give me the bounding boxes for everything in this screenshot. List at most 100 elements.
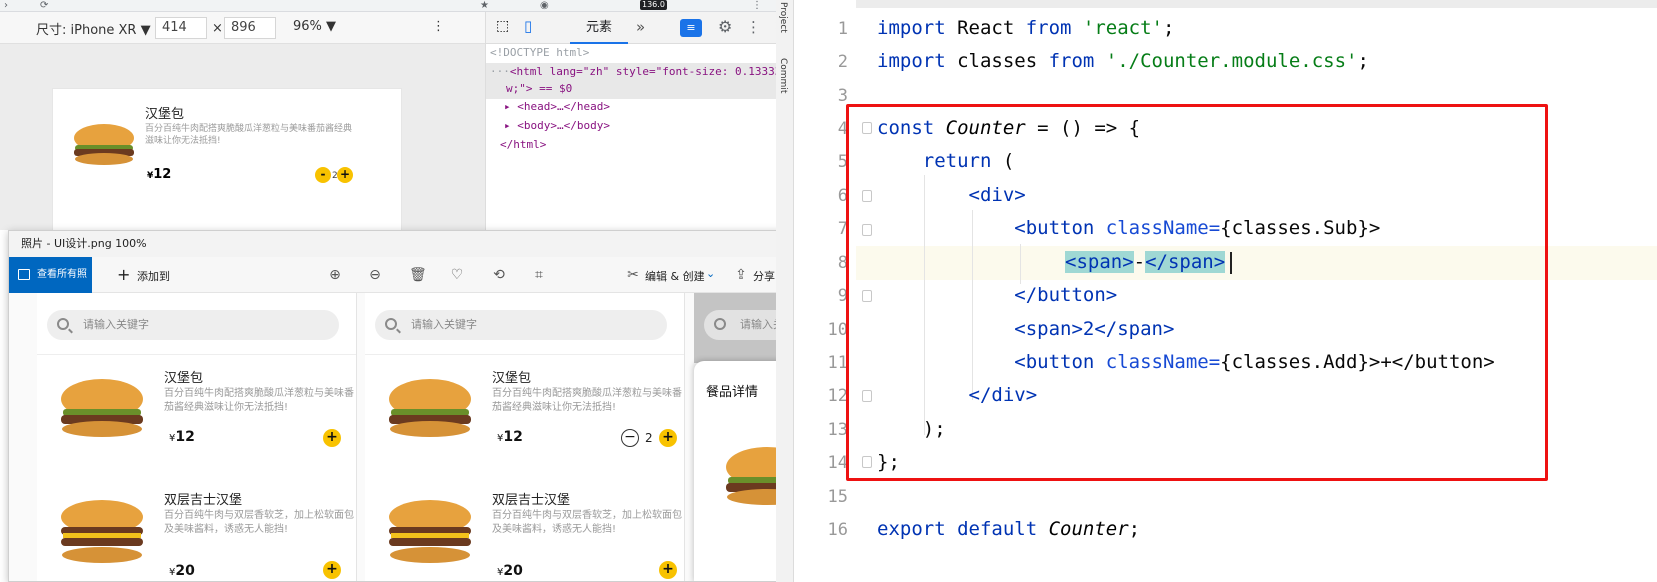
crop-icon[interactable]: ⌗ <box>531 267 547 283</box>
tab-elements[interactable]: 元素 <box>570 12 628 44</box>
device-width-input[interactable]: 414 <box>155 17 207 39</box>
share-button[interactable]: 分享 <box>753 268 775 284</box>
add-button[interactable]: + <box>323 561 341 579</box>
quantity: 2 <box>645 431 653 445</box>
devtools-menu-icon[interactable]: ⋮ <box>746 18 761 36</box>
search-input[interactable]: 请输入关键字 <box>47 310 339 340</box>
back-icon[interactable]: › <box>4 0 8 11</box>
zoom-out-icon[interactable]: ⊖ <box>367 267 383 283</box>
reload-icon[interactable]: ⟳ <box>40 0 48 11</box>
photos-toolbar: 查看所有照片 + 添加到 ⊕ ⊖ 🗑 ♡ ⟲ ⌗ ✂ 编辑 & 创建 ⌄ ⇪ 分… <box>9 257 817 316</box>
code-line-1[interactable]: import React from 'react'; <box>877 17 1174 39</box>
app-column-1: 请输入关键字 汉堡包 百分百纯牛肉配搭爽脆酸瓜洋葱粒与美味番茄酱经典滋味让你无法… <box>37 293 357 581</box>
add-icon[interactable]: + <box>117 265 130 284</box>
app-column-2: 请输入关键字 汉堡包 百分百纯牛肉配搭爽脆酸瓜洋葱粒与美味番茄酱经典滋味让你无法… <box>365 293 685 581</box>
device-preview: 汉堡包 百分百纯牛肉配搭爽脆酸瓜洋葱粒与美味番茄酱经典滋味让你无法抵挡! ¥12… <box>0 44 485 248</box>
bookmark-icon[interactable]: ★ <box>480 0 489 11</box>
device-select[interactable]: 尺寸: iPhone XR ▼ <box>36 19 151 38</box>
list-item: 汉堡包 百分百纯牛肉配搭爽脆酸瓜洋葱粒与美味番茄酱经典滋味让你无法抵挡! ¥12… <box>37 357 356 479</box>
price-value: 20 <box>503 563 523 579</box>
device-more-icon[interactable]: ⋮ <box>432 19 445 34</box>
commit-tool-tab[interactable]: Commit <box>778 58 788 93</box>
delete-icon[interactable]: 🗑 <box>409 267 427 283</box>
meal-title: 汉堡包 <box>492 371 532 386</box>
extension-icon[interactable]: ◉ <box>540 0 549 11</box>
price-value: 20 <box>175 563 195 579</box>
line-number: 13 <box>827 420 848 440</box>
tool-window-strip: Project Commit <box>776 0 794 582</box>
devtools-toolbar: ⬚ ▯ 元素 » ≡ ⚙ ⋮ ✕ <box>485 12 818 44</box>
line-number: 12 <box>827 386 848 406</box>
dom-tree: <!DOCTYPE html> ···<html lang="zh" style… <box>485 44 818 230</box>
preview-minus-button[interactable]: - <box>315 167 331 183</box>
price-value: 12 <box>503 429 523 445</box>
preview-meal-price: ¥12 <box>147 167 171 182</box>
dom-line-body[interactable]: ▸ <body>…</body> <box>504 119 610 132</box>
burger-image <box>74 124 134 165</box>
more-tabs[interactable]: » <box>636 18 645 36</box>
inspect-icon[interactable]: ⬚ <box>496 18 509 34</box>
dom-head-text: <head>…</head> <box>517 100 610 113</box>
add-button[interactable]: + <box>659 429 677 447</box>
search-placeholder: 请输入关键字 <box>411 318 477 331</box>
code-line-2[interactable]: import classes from './Counter.module.cs… <box>877 50 1369 72</box>
burger-image <box>61 379 143 437</box>
preview-meal-card: 汉堡包 百分百纯牛肉配搭爽脆酸瓜洋葱粒与美味番茄酱经典滋味让你无法抵挡! ¥12… <box>52 88 402 248</box>
line-number: 9 <box>837 286 848 306</box>
dom-line-head[interactable]: ▸ <head>…</head> <box>504 100 610 113</box>
chevron-down-icon[interactable]: ⌄ <box>706 267 715 280</box>
code-line-16[interactable]: export default Counter; <box>877 518 1140 540</box>
code-editor-window: Project Commit 1 2 3 4 5 6 7 8 9 10 11 1… <box>776 0 1657 582</box>
dom-line-html[interactable]: ···<html lang="zh" style="font-size: 0.1… <box>490 65 795 78</box>
line-number: 2 <box>837 52 848 72</box>
line-number: 11 <box>827 353 848 373</box>
favorite-icon[interactable]: ♡ <box>449 267 465 283</box>
more-icon[interactable]: ⋮ <box>752 0 762 11</box>
meal-price: ¥12 <box>169 429 195 445</box>
search-input[interactable]: 请输入关键字 <box>375 310 667 340</box>
search-icon <box>57 318 69 330</box>
device-height-input[interactable]: 896 <box>224 17 276 39</box>
meal-desc: 百分百纯牛肉与双层香软芝，加上松软面包及美味酱料，诱惑无人能挡! <box>492 510 682 535</box>
edit-create-button[interactable]: 编辑 & 创建 <box>645 268 705 284</box>
zoom-in-icon[interactable]: ⊕ <box>327 267 343 283</box>
search-placeholder: 请输入关键字 <box>83 318 149 331</box>
zoom-select[interactable]: 96% ▼ <box>293 19 336 34</box>
add-button[interactable]: + <box>659 561 677 579</box>
line-number: 1 <box>837 19 848 39</box>
add-button[interactable]: + <box>323 429 341 447</box>
line-number: 7 <box>837 219 848 239</box>
list-item: 汉堡包 百分百纯牛肉配搭爽脆酸瓜洋葱粒与美味番茄酱经典滋味让你无法抵挡! ¥12… <box>365 357 684 479</box>
dom-line-html-cont: w;"> == $0 <box>506 82 573 95</box>
device-toggle-icon[interactable]: ▯ <box>524 17 532 35</box>
line-number: 6 <box>837 186 848 206</box>
preview-plus-button[interactable]: + <box>337 167 353 183</box>
settings-gear-icon[interactable]: ⚙ <box>718 17 732 36</box>
meal-desc: 百分百纯牛肉与双层香软芝，加上松软面包及美味酱料，诱惑无人能挡! <box>164 510 354 535</box>
line-number: 4 <box>837 119 848 139</box>
rotate-icon[interactable]: ⟲ <box>491 267 507 283</box>
burger-image <box>389 379 471 437</box>
double-burger-image <box>61 500 143 563</box>
double-burger-image <box>389 500 471 563</box>
project-tool-tab[interactable]: Project <box>778 2 788 33</box>
add-to-button[interactable]: 添加到 <box>137 268 170 284</box>
view-all-photos-button[interactable]: 查看所有照片 <box>9 257 92 316</box>
meal-desc: 百分百纯牛肉配搭爽脆酸瓜洋葱粒与美味番茄酱经典滋味让你无法抵挡! <box>492 388 682 413</box>
minus-button[interactable]: − <box>621 429 639 447</box>
device-toolbar: 尺寸: iPhone XR ▼ 414 × 896 96% ▼ ⋮ <box>0 12 485 44</box>
editor-tabs[interactable] <box>794 0 1657 8</box>
detail-title: 餐品详情 <box>706 385 759 400</box>
meal-desc: 百分百纯牛肉配搭爽脆酸瓜洋葱粒与美味番茄酱经典滋味让你无法抵挡! <box>164 388 354 413</box>
share-icon[interactable]: ⇪ <box>733 267 749 283</box>
price-value: 12 <box>153 167 172 182</box>
meal-price: ¥20 <box>169 563 195 579</box>
list-item: 双层吉士汉堡 百分百纯牛肉与双层香软芝，加上松软面包及美味酱料，诱惑无人能挡! … <box>365 479 684 581</box>
list-item: 双层吉士汉堡 百分百纯牛肉与双层香软芝，加上松软面包及美味酱料，诱惑无人能挡! … <box>37 479 356 581</box>
meal-price: ¥20 <box>497 563 523 579</box>
messages-icon[interactable]: ≡ <box>680 19 702 37</box>
search-icon <box>714 318 726 330</box>
edit-icon[interactable]: ✂ <box>625 267 641 283</box>
dom-html-text: <html lang="zh" style="font-size: 0.1333… <box>509 65 795 78</box>
dom-line-doctype[interactable]: <!DOCTYPE html> <box>490 46 589 59</box>
